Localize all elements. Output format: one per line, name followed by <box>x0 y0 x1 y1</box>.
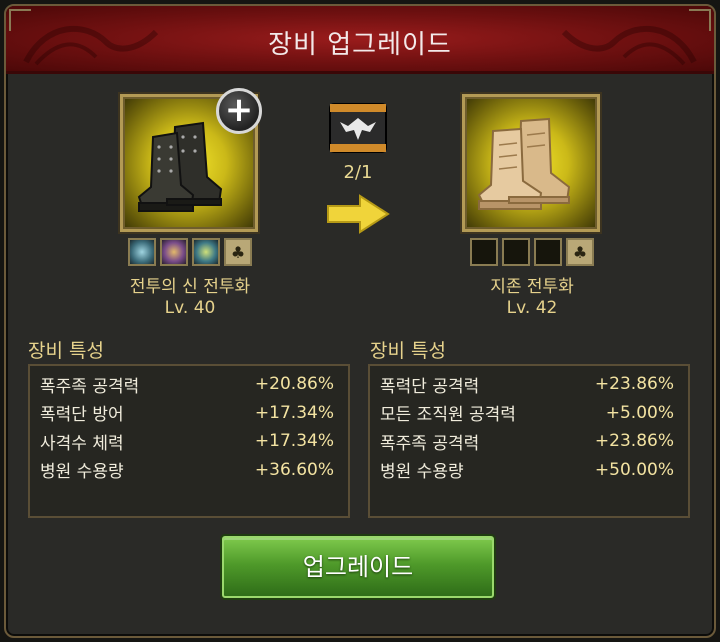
upgraded-stats-panel: 폭력단 공격력 +23.86% 모든 조직원 공격력 +5.00% 폭주족 공격… <box>368 364 690 518</box>
desert-tan-boots-icon <box>477 117 571 210</box>
current-stats-panel: 폭주족 공격력 +20.86% 폭력단 방어 +17.34% 사격수 체력 +1… <box>28 364 350 518</box>
stat-value: +17.34% <box>254 431 334 452</box>
empty-socket-icon[interactable] <box>534 238 562 266</box>
stat-name: 모든 조직원 공격력 <box>380 405 516 426</box>
club-slot-icon[interactable]: ♣ <box>566 238 594 266</box>
stat-value: +36.60% <box>254 459 334 480</box>
stat-name: 폭주족 공격력 <box>40 376 140 397</box>
stat-name: 폭주족 공격력 <box>380 433 480 454</box>
add-item-button[interactable]: + <box>216 88 262 134</box>
stat-value: +20.86% <box>254 374 334 395</box>
socket-gem-icon[interactable] <box>192 238 220 266</box>
empty-socket-icon[interactable] <box>502 238 530 266</box>
stat-name: 사격수 체력 <box>40 433 124 454</box>
dialog-title: 장비 업그레이드 <box>268 30 452 60</box>
stat-value: +23.86% <box>594 431 674 452</box>
current-stats-label: 장비 특성 <box>28 340 104 362</box>
upgraded-item-level: Lv. 42 <box>506 298 558 318</box>
stat-row: 폭력단 공격력 +23.86% <box>380 370 674 399</box>
stat-row: 사격수 체력 +17.34% <box>40 427 334 456</box>
current-item-sockets: ♣ <box>128 238 252 266</box>
arrow-right-icon <box>327 194 390 234</box>
current-item-name: 전투의 신 전투화 <box>129 277 251 297</box>
stat-value: +5.00% <box>605 402 674 423</box>
stat-row: 병원 수용량 +36.60% <box>40 456 334 485</box>
socket-gem-icon[interactable] <box>128 238 156 266</box>
frame-corner <box>689 9 711 31</box>
stat-value: +23.86% <box>594 374 674 395</box>
club-slot-icon[interactable]: ♣ <box>224 238 252 266</box>
upgraded-item-sockets: ♣ <box>470 238 594 266</box>
eagle-emblem-scroll-icon <box>329 103 387 153</box>
stat-row: 폭주족 공격력 +20.86% <box>40 370 334 399</box>
stat-row: 모든 조직원 공격력 +5.00% <box>380 399 674 428</box>
upgraded-stats-label: 장비 특성 <box>370 340 446 362</box>
socket-gem-icon[interactable] <box>160 238 188 266</box>
current-item-level: Lv. 40 <box>164 298 216 318</box>
stat-name: 병원 수용량 <box>40 462 124 483</box>
frame-corner <box>9 9 31 31</box>
stat-row: 폭력단 방어 +17.34% <box>40 399 334 428</box>
upgrade-button[interactable]: 업그레이드 <box>222 536 494 598</box>
stat-row: 병원 수용량 +50.00% <box>380 456 674 485</box>
stat-name: 폭력단 공격력 <box>380 376 480 397</box>
material-count: 2/1 <box>343 162 373 183</box>
stat-name: 병원 수용량 <box>380 462 464 483</box>
stat-name: 폭력단 방어 <box>40 405 124 426</box>
stat-value: +17.34% <box>254 402 334 423</box>
empty-socket-icon[interactable] <box>470 238 498 266</box>
title-bar: 장비 업그레이드 <box>6 6 714 74</box>
stat-value: +50.00% <box>594 459 674 480</box>
upgraded-item-slot[interactable] <box>462 94 600 232</box>
stat-row: 폭주족 공격력 +23.86% <box>380 427 674 456</box>
upgraded-item-name: 지존 전투화 <box>490 277 574 297</box>
